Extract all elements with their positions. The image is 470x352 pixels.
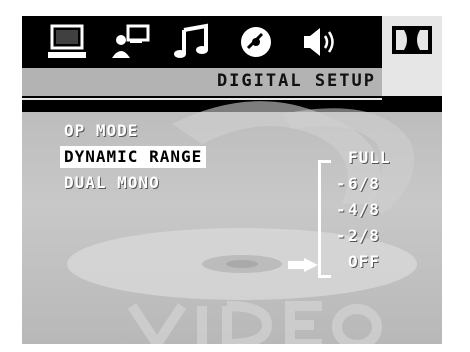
level-option-4-8[interactable]: 4/8 xyxy=(348,200,380,220)
menu-item-dynamic-range[interactable]: DYNAMIC RANGE xyxy=(60,146,207,168)
level-dash: - xyxy=(336,174,346,193)
level-option-2-8[interactable]: 2/8 xyxy=(348,226,380,246)
menu-item-dual-mono[interactable]: DUAL MONO xyxy=(60,172,164,194)
person-screen-icon[interactable] xyxy=(108,20,152,64)
disc-icon[interactable] xyxy=(234,20,278,64)
level-option-off[interactable]: OFF xyxy=(348,252,380,272)
menu-item-op-mode[interactable]: OP MODE xyxy=(60,120,142,142)
setup-tab-bar xyxy=(22,16,442,68)
speaker-icon[interactable] xyxy=(298,20,342,64)
level-option-6-8[interactable]: 6/8 xyxy=(348,174,380,194)
music-note-icon[interactable] xyxy=(170,20,214,64)
monitor-icon[interactable] xyxy=(46,20,90,64)
pointer-arrow-icon xyxy=(288,258,318,272)
dolby-icon[interactable] xyxy=(382,16,442,96)
level-dash: - xyxy=(336,226,346,245)
page-title: DIGITAL SETUP xyxy=(216,71,376,91)
header-divider xyxy=(22,98,382,100)
osd-screen: DIGITAL SETUP OP MODE DYNAMIC RANGE DUAL… xyxy=(22,16,442,344)
level-bracket xyxy=(318,160,331,278)
level-option-full[interactable]: FULL xyxy=(348,148,391,168)
level-dash: - xyxy=(336,200,346,219)
